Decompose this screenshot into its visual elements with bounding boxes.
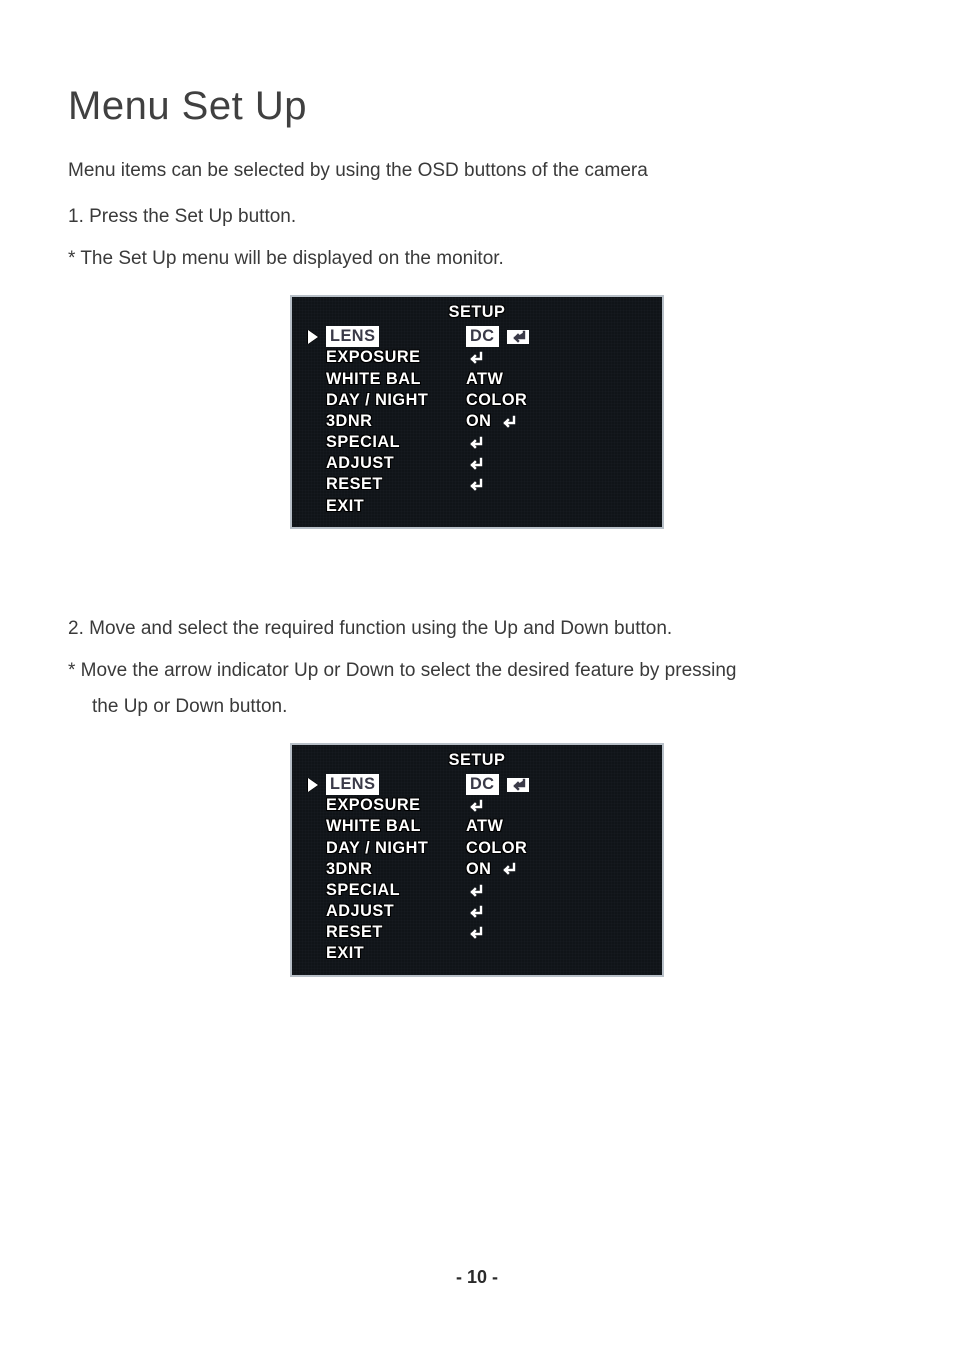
osd-label: WHITE BAL (326, 816, 466, 837)
osd-label: WHITE BAL (326, 369, 466, 390)
osd-row-daynight: DAY / NIGHT COLOR (298, 390, 656, 411)
osd-label: ADJUST (326, 901, 466, 922)
osd-row-special: SPECIAL (298, 432, 656, 453)
enter-icon (499, 862, 517, 876)
enter-icon (466, 457, 484, 471)
osd-label: SPECIAL (326, 432, 466, 453)
osd-value: ON (466, 859, 517, 880)
intro-text: Menu items can be selected by using the … (68, 153, 886, 189)
osd-row-exit: EXIT (298, 496, 656, 517)
osd-value: COLOR (466, 838, 527, 859)
osd-label: SPECIAL (326, 880, 466, 901)
osd-value (466, 436, 484, 450)
osd-value (466, 351, 484, 365)
enter-icon (466, 436, 484, 450)
enter-icon (499, 415, 517, 429)
enter-icon (466, 884, 484, 898)
osd-row-lens: LENS DC (298, 774, 656, 795)
osd-row-reset: RESET (298, 922, 656, 943)
osd-value: ON (466, 411, 517, 432)
osd-setup-screenshot-2: SETUP LENS DC EXPOSURE WHITE BAL ATW DAY… (290, 743, 664, 977)
osd-row-exposure: EXPOSURE (298, 795, 656, 816)
page-title: Menu Set Up (68, 84, 886, 129)
osd-label: 3DNR (326, 411, 466, 432)
osd-title: SETUP (298, 303, 656, 322)
osd-row-adjust: ADJUST (298, 453, 656, 474)
enter-icon (507, 778, 529, 792)
osd-row-whitebal: WHITE BAL ATW (298, 816, 656, 837)
step-2: 2. Move and select the required function… (68, 611, 886, 647)
osd-row-reset: RESET (298, 474, 656, 495)
osd-row-daynight: DAY / NIGHT COLOR (298, 838, 656, 859)
osd-label: LENS (326, 326, 379, 347)
enter-icon (466, 905, 484, 919)
osd-value: ATW (466, 816, 503, 837)
osd-value: ATW (466, 369, 503, 390)
osd-row-lens: LENS DC (298, 326, 656, 347)
osd-label: EXIT (326, 496, 466, 517)
osd-row-special: SPECIAL (298, 880, 656, 901)
osd-label: ADJUST (326, 453, 466, 474)
osd-label: 3DNR (326, 859, 466, 880)
osd-value: DC (466, 326, 529, 347)
osd-label: LENS (326, 774, 379, 795)
cursor-icon (308, 778, 318, 792)
step-1-note: * The Set Up menu will be displayed on t… (68, 241, 886, 277)
step-1: 1. Press the Set Up button. (68, 199, 886, 235)
osd-row-exit: EXIT (298, 943, 656, 964)
osd-title: SETUP (298, 751, 656, 770)
osd-label: EXIT (326, 943, 466, 964)
osd-value (466, 478, 484, 492)
osd-row-exposure: EXPOSURE (298, 347, 656, 368)
osd-value (466, 905, 484, 919)
osd-row-whitebal: WHITE BAL ATW (298, 369, 656, 390)
osd-value (466, 926, 484, 940)
osd-row-3dnr: 3DNR ON (298, 859, 656, 880)
osd-label: RESET (326, 474, 466, 495)
page-number: - 10 - (0, 1267, 954, 1288)
step-2-note: * Move the arrow indicator Up or Down to… (68, 653, 886, 689)
enter-icon (466, 351, 484, 365)
osd-value (466, 457, 484, 471)
osd-label: EXPOSURE (326, 347, 466, 368)
enter-icon (507, 330, 529, 344)
osd-setup-screenshot-1: SETUP LENS DC EXPOSURE WHITE BAL ATW DAY… (290, 295, 664, 529)
enter-icon (466, 926, 484, 940)
osd-value: DC (466, 774, 529, 795)
osd-row-adjust: ADJUST (298, 901, 656, 922)
osd-row-3dnr: 3DNR ON (298, 411, 656, 432)
osd-value (466, 884, 484, 898)
cursor-icon (308, 330, 318, 344)
osd-value (466, 799, 484, 813)
step-2-note-cont: the Up or Down button. (68, 689, 886, 725)
enter-icon (466, 799, 484, 813)
osd-label: RESET (326, 922, 466, 943)
osd-value: COLOR (466, 390, 527, 411)
osd-label: DAY / NIGHT (326, 390, 466, 411)
osd-label: EXPOSURE (326, 795, 466, 816)
osd-label: DAY / NIGHT (326, 838, 466, 859)
enter-icon (466, 478, 484, 492)
